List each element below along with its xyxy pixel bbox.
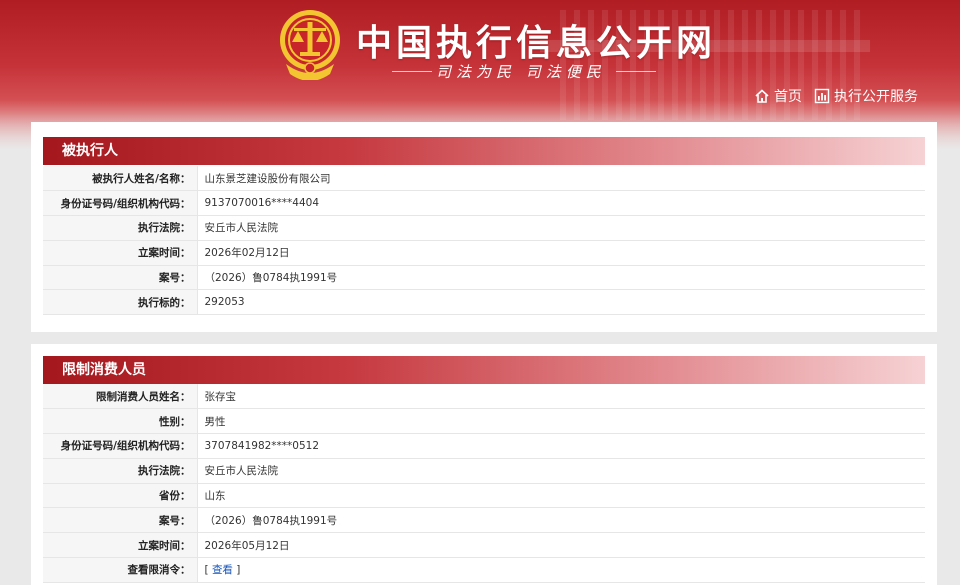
nav-home-label: 首页 — [774, 89, 802, 105]
field-value: 山东 — [197, 483, 925, 509]
table-row: 性别： 男性 — [43, 408, 925, 435]
section-title: 被执行人 — [43, 137, 925, 165]
field-label: 被执行人姓名/名称： — [43, 166, 198, 192]
field-value: [ 查看 ] — [197, 557, 925, 583]
field-value: 山东景芝建设股份有限公司 — [197, 166, 925, 192]
field-value: 9137070016****4404 — [197, 190, 925, 217]
field-label: 性别： — [43, 408, 198, 435]
field-value: （2026）鲁0784执1991号 — [197, 507, 925, 534]
table-row: 执行标的： 292053 — [43, 289, 925, 316]
field-label: 案号： — [43, 507, 198, 534]
nav-execution-service-label: 执行公开服务 — [834, 89, 918, 105]
table-row: 限制消费人员姓名： 张存宝 — [43, 384, 925, 410]
field-value: 男性 — [197, 408, 925, 435]
view-restriction-order-link[interactable]: 查看 — [212, 564, 233, 576]
table-row: 案号： （2026）鲁0784执1991号 — [43, 507, 925, 534]
table-row: 被执行人姓名/名称： 山东景芝建设股份有限公司 — [43, 166, 925, 192]
table-row: 身份证号码/组织机构代码： 3707841982****0512 — [43, 433, 925, 459]
field-label: 立案时间： — [43, 532, 198, 559]
table-row: 立案时间： 2026年02月12日 — [43, 240, 925, 266]
table-row: 执行法院： 安丘市人民法院 — [43, 215, 925, 241]
bracket-open: [ — [204, 564, 212, 577]
field-value: 2026年02月12日 — [197, 240, 925, 266]
bracket-close: ] — [232, 564, 241, 577]
field-value: 2026年05月12日 — [197, 532, 925, 559]
field-value: 3707841982****0512 — [197, 433, 925, 459]
consumption-restricted-panel: 限制消费人员 限制消费人员姓名： 张存宝 性别： 男性 身份证号码/组织机构代码… — [31, 344, 937, 585]
field-value: 安丘市人民法院 — [197, 458, 925, 484]
site-title: 中国执行信息公开网 — [356, 23, 717, 64]
slogan-divider-left — [392, 71, 432, 72]
field-label: 身份证号码/组织机构代码： — [43, 433, 198, 459]
field-value: （2026）鲁0784执1991号 — [197, 265, 925, 291]
court-emblem-logo — [280, 10, 340, 80]
field-value: 张存宝 — [197, 384, 925, 410]
executed-person-panel: 被执行人 被执行人姓名/名称： 山东景芝建设股份有限公司 身份证号码/组织机构代… — [31, 122, 937, 332]
section-title: 限制消费人员 — [43, 356, 925, 384]
consumption-restricted-table: 限制消费人员姓名： 张存宝 性别： 男性 身份证号码/组织机构代码： 37078… — [43, 384, 925, 583]
field-label: 执行法院： — [43, 215, 198, 241]
field-label: 执行标的： — [43, 289, 198, 316]
field-label: 案号： — [43, 265, 198, 291]
executed-person-table: 被执行人姓名/名称： 山东景芝建设股份有限公司 身份证号码/组织机构代码： 91… — [43, 166, 925, 316]
slogan-divider-right — [616, 71, 656, 72]
field-value: 292053 — [197, 289, 925, 316]
field-value: 安丘市人民法院 — [197, 215, 925, 241]
field-label: 身份证号码/组织机构代码： — [43, 190, 198, 217]
nav-execution-service-link[interactable]: 执行公开服务 — [814, 86, 918, 106]
field-label: 限制消费人员姓名： — [43, 384, 198, 410]
top-nav: 首页 执行公开服务 — [754, 86, 918, 106]
field-label: 执行法院： — [43, 458, 198, 484]
table-row: 省份： 山东 — [43, 483, 925, 509]
table-row: 查看限消令： [ 查看 ] — [43, 557, 925, 583]
home-icon — [755, 89, 769, 103]
table-row: 执行法院： 安丘市人民法院 — [43, 458, 925, 484]
chart-icon — [814, 88, 830, 104]
field-label: 省份： — [43, 483, 198, 509]
table-row: 立案时间： 2026年05月12日 — [43, 532, 925, 559]
table-row: 案号： （2026）鲁0784执1991号 — [43, 265, 925, 291]
table-row: 身份证号码/组织机构代码： 9137070016****4404 — [43, 190, 925, 217]
field-label: 立案时间： — [43, 240, 198, 266]
field-label: 查看限消令： — [43, 557, 198, 583]
nav-home-link[interactable]: 首页 — [754, 86, 802, 106]
slogan: 司法为民 司法便民 — [436, 63, 606, 81]
